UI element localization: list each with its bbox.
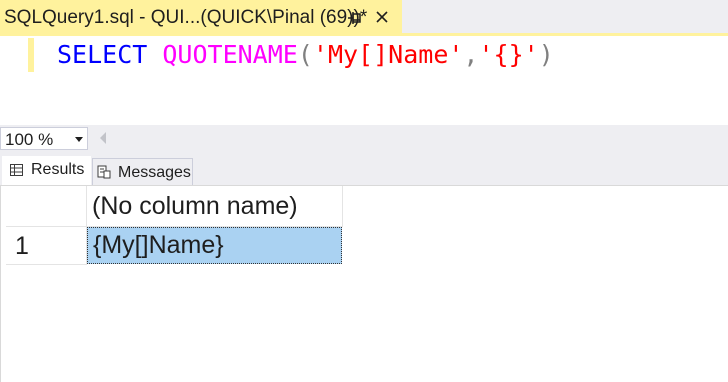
query-document-tab[interactable]: SQLQuery1.sql - QUI...(QUICK\Pinal (69))… (0, 0, 402, 33)
tab-results-label: Results (31, 161, 85, 178)
tab-messages[interactable]: Messages (92, 158, 193, 185)
function-token: QUOTENAME (162, 40, 298, 69)
row-header[interactable]: 1 (6, 227, 87, 265)
comma-token: , (463, 40, 479, 69)
close-icon[interactable] (374, 9, 390, 25)
result-cell-value: {My[]Name} (93, 231, 224, 259)
grid-icon (10, 164, 23, 176)
document-tab-title: SQLQuery1.sql - QUI...(QUICK\Pinal (69))… (4, 7, 368, 28)
column-header-label: (No column name) (92, 192, 298, 220)
grid-corner-header[interactable] (6, 186, 87, 227)
result-cell[interactable]: {My[]Name} (87, 227, 342, 264)
column-header[interactable]: (No column name) (86, 186, 343, 227)
open-paren-token: ( (297, 40, 313, 69)
keyword-token: SELECT (57, 40, 148, 69)
string-arg2-token: '{}' (478, 40, 539, 69)
tab-messages-label: Messages (118, 164, 191, 181)
chevron-down-icon[interactable] (75, 137, 83, 142)
messages-icon (97, 165, 111, 179)
tab-results[interactable]: Results (2, 156, 91, 185)
zoom-value: 100 % (5, 130, 54, 149)
close-paren-token: ) (538, 40, 554, 69)
scroll-left-icon[interactable] (100, 132, 106, 144)
row-number: 1 (15, 232, 29, 260)
code-line[interactable]: SELECT QUOTENAME('My[]Name','{}') (57, 39, 554, 71)
results-grid: (No column name) 1 {My[]Name} (0, 185, 728, 382)
zoom-select[interactable]: 100 % (0, 127, 88, 150)
document-tabstrip: SQLQuery1.sql - QUI...(QUICK\Pinal (69))… (0, 0, 728, 36)
string-arg1-token: 'My[]Name' (312, 40, 464, 69)
change-tracking-bar (28, 38, 34, 72)
results-tabstrip: Results Messages (0, 153, 728, 185)
pin-icon[interactable] (346, 9, 364, 27)
zoom-bar: 100 % (0, 125, 728, 153)
query-editor[interactable]: SELECT QUOTENAME('My[]Name','{}') (0, 36, 728, 125)
